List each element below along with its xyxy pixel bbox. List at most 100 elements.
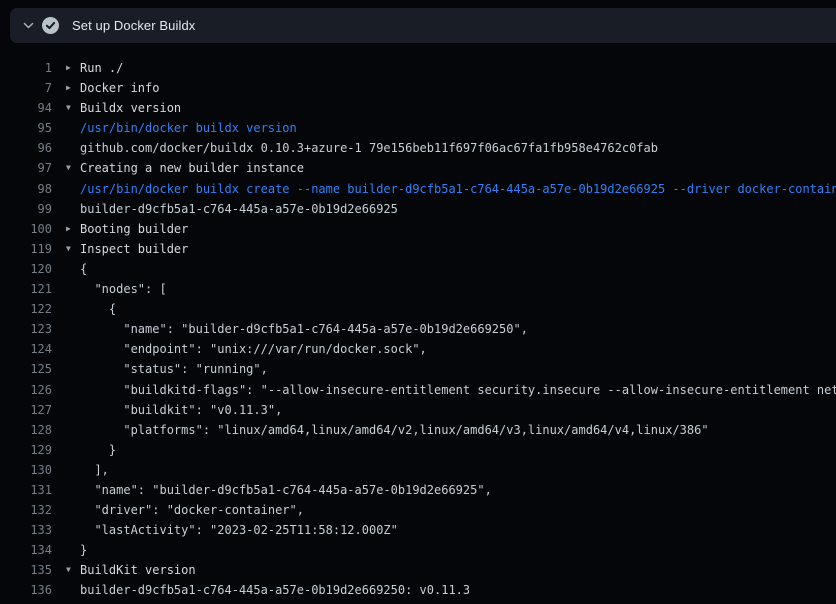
log-line-text: }	[80, 440, 116, 460]
marker-spacer	[66, 460, 80, 480]
log-line-text: /usr/bin/docker buildx version	[80, 118, 297, 138]
marker-spacer	[66, 339, 80, 359]
line-number[interactable]: 126	[0, 380, 52, 400]
line-number[interactable]: 123	[0, 319, 52, 339]
line-number[interactable]: 100	[0, 219, 52, 239]
line-number[interactable]: 96	[0, 138, 52, 158]
marker-spacer	[66, 279, 80, 299]
log-line-text: github.com/docker/buildx 0.10.3+azure-1 …	[80, 138, 658, 158]
step-title: Set up Docker Buildx	[72, 18, 195, 33]
group-expanded-icon[interactable]: ▼	[66, 158, 80, 178]
line-number[interactable]: 122	[0, 299, 52, 319]
line-number[interactable]: 99	[0, 199, 52, 219]
line-number[interactable]: 1	[0, 58, 52, 78]
marker-spacer	[66, 480, 80, 500]
log-line-text: Buildx version	[80, 98, 181, 118]
line-number[interactable]: 119	[0, 239, 52, 259]
check-circle-icon	[42, 17, 59, 34]
line-number[interactable]: 121	[0, 279, 52, 299]
line-number[interactable]: 136	[0, 580, 52, 600]
line-number[interactable]: 134	[0, 540, 52, 560]
log-line-text: /usr/bin/docker buildx create --name bui…	[80, 179, 836, 199]
line-number[interactable]: 132	[0, 500, 52, 520]
log-line-text: "buildkit": "v0.11.3",	[80, 400, 282, 420]
log-line-row: 131 "name": "builder-d9cfb5a1-c764-445a-…	[0, 480, 836, 500]
group-expanded-icon[interactable]: ▼	[66, 98, 80, 118]
marker-spacer	[66, 199, 80, 219]
marker-spacer	[66, 380, 80, 400]
log-line-text: {	[80, 259, 87, 279]
marker-spacer	[66, 400, 80, 420]
step-header[interactable]: Set up Docker Buildx	[10, 8, 836, 43]
line-number[interactable]: 120	[0, 259, 52, 279]
line-number[interactable]: 98	[0, 179, 52, 199]
log-line-row: 127 "buildkit": "v0.11.3",	[0, 400, 836, 420]
log-group-row[interactable]: 94 ▼Buildx version	[0, 98, 836, 118]
group-collapsed-icon[interactable]: ▶	[66, 78, 80, 98]
line-number[interactable]: 95	[0, 118, 52, 138]
marker-spacer	[66, 359, 80, 379]
log-line-row: 95/usr/bin/docker buildx version	[0, 118, 836, 138]
chevron-down-icon[interactable]	[22, 19, 35, 32]
log-line-row: 96 github.com/docker/buildx 0.10.3+azure-…	[0, 138, 836, 158]
marker-spacer	[66, 520, 80, 540]
group-expanded-icon[interactable]: ▼	[66, 239, 80, 259]
log-group-row[interactable]: 119 ▼Inspect builder	[0, 239, 836, 259]
log-line-row: 99builder-d9cfb5a1-c764-445a-a57e-0b19d2…	[0, 199, 836, 219]
log-line-text: Docker info	[80, 78, 159, 98]
line-number[interactable]: 127	[0, 400, 52, 420]
log-line-text: }	[80, 540, 87, 560]
marker-spacer	[66, 500, 80, 520]
log-line-row: 129 }	[0, 440, 836, 460]
log-line-row: 123 "name": "builder-d9cfb5a1-c764-445a-…	[0, 319, 836, 339]
marker-spacer	[66, 540, 80, 560]
log-line-row: 124 "endpoint": "unix:///var/run/docker.…	[0, 339, 836, 359]
log-group-row[interactable]: 1 ▶Run ./	[0, 58, 836, 78]
line-number[interactable]: 133	[0, 520, 52, 540]
line-number[interactable]: 131	[0, 480, 52, 500]
log-line-row: 134}	[0, 540, 836, 560]
marker-spacer	[66, 440, 80, 460]
log-group-row[interactable]: 100 ▶Booting builder	[0, 219, 836, 239]
line-number[interactable]: 7	[0, 78, 52, 98]
log-line-row: 136 builder-d9cfb5a1-c764-445a-a57e-0b19d…	[0, 580, 836, 600]
log-line-row: 126 "buildkitd-flags": "--allow-insecure…	[0, 380, 836, 400]
log-line-row: 128 "platforms": "linux/amd64,linux/amd6…	[0, 420, 836, 440]
line-number[interactable]: 128	[0, 420, 52, 440]
line-number[interactable]: 97	[0, 158, 52, 178]
log-line-text: "nodes": [	[80, 279, 167, 299]
group-collapsed-icon[interactable]: ▶	[66, 219, 80, 239]
line-number[interactable]: 124	[0, 339, 52, 359]
log-group-row[interactable]: 135▼BuildKit version	[0, 560, 836, 580]
marker-spacer	[66, 299, 80, 319]
line-number[interactable]: 94	[0, 98, 52, 118]
log-line-text: Inspect builder	[80, 239, 188, 259]
log-viewer: 1▶Run ./7▶Docker info94▼Buildx version95…	[0, 43, 836, 604]
log-line-text: "platforms": "linux/amd64,linux/amd64/v2…	[80, 420, 709, 440]
marker-spacer	[66, 420, 80, 440]
log-line-row: 130 ],	[0, 460, 836, 480]
group-expanded-icon[interactable]: ▼	[66, 560, 80, 580]
marker-spacer	[66, 138, 80, 158]
log-line-text: "lastActivity": "2023-02-25T11:58:12.000…	[80, 520, 398, 540]
line-number[interactable]: 125	[0, 359, 52, 379]
log-group-row[interactable]: 7 ▶Docker info	[0, 78, 836, 98]
log-line-row: 133 "lastActivity": "2023-02-25T11:58:12…	[0, 520, 836, 540]
log-line-text: "buildkitd-flags": "--allow-insecure-ent…	[80, 380, 836, 400]
log-line-text: "driver": "docker-container",	[80, 500, 304, 520]
log-line-text: Run ./	[80, 58, 123, 78]
line-number[interactable]: 130	[0, 460, 52, 480]
marker-spacer	[66, 179, 80, 199]
log-line-text: builder-d9cfb5a1-c764-445a-a57e-0b19d2e6…	[80, 580, 470, 600]
line-number[interactable]: 129	[0, 440, 52, 460]
log-line-text: Booting builder	[80, 219, 188, 239]
group-collapsed-icon[interactable]: ▶	[66, 58, 80, 78]
marker-spacer	[66, 118, 80, 138]
log-line-text: "name": "builder-d9cfb5a1-c764-445a-a57e…	[80, 480, 492, 500]
line-number[interactable]: 135	[0, 560, 52, 580]
log-group-row[interactable]: 97▼Creating a new builder instance	[0, 158, 836, 178]
log-line-text: "endpoint": "unix:///var/run/docker.sock…	[80, 339, 427, 359]
marker-spacer	[66, 259, 80, 279]
log-line-row: 121 "nodes": [	[0, 279, 836, 299]
log-line-row: 122 {	[0, 299, 836, 319]
